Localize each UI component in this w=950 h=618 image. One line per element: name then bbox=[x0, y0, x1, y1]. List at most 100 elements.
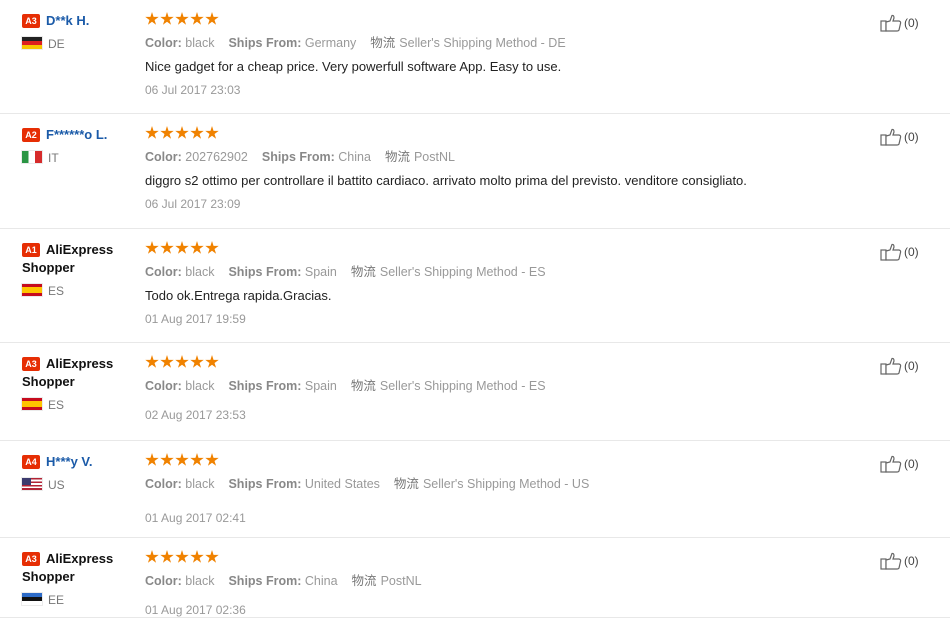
ships-from-value: Spain bbox=[304, 265, 337, 279]
helpful-button[interactable]: (0) bbox=[880, 14, 919, 32]
star-rating bbox=[145, 126, 845, 142]
review-date: 06 Jul 2017 23:09 bbox=[145, 197, 241, 211]
shipping-icon: 物流 bbox=[370, 36, 396, 50]
helpful-button[interactable]: (0) bbox=[880, 243, 919, 261]
color-value: black bbox=[185, 265, 215, 279]
star-icon bbox=[160, 550, 174, 563]
thumbs-up-icon bbox=[880, 357, 902, 375]
star-icon bbox=[145, 453, 159, 466]
ships-from-value: China bbox=[338, 150, 371, 164]
star-icon bbox=[175, 355, 189, 368]
review-content: Color: black Ships From: Spain 物流 Seller's … bbox=[145, 355, 845, 423]
reviewer-info: A3 AliExpress Shopper EE bbox=[22, 550, 137, 608]
helpful-count: (0) bbox=[904, 554, 919, 568]
order-attributes: Color: black Ships From: Spain 物流 Seller's … bbox=[145, 264, 845, 280]
star-icon bbox=[175, 126, 189, 139]
country-code: IT bbox=[48, 151, 59, 165]
review-text: diggro s2 ottimo per controllare il batt… bbox=[145, 173, 747, 188]
star-icon bbox=[190, 550, 204, 563]
buyer-level-badge: A3 bbox=[22, 552, 40, 566]
buyer-level-badge: A3 bbox=[22, 357, 40, 371]
review-text: Todo ok.Entrega rapida.Gracias. bbox=[145, 288, 332, 303]
flag-it-icon bbox=[22, 151, 42, 163]
reviewer-info: A4 H***y V. US bbox=[22, 453, 137, 493]
color-label: Color: bbox=[145, 477, 186, 491]
reviewer-name[interactable]: D**k H. bbox=[46, 13, 89, 28]
star-icon bbox=[190, 453, 204, 466]
shipping-method: Seller's Shipping Method - ES bbox=[379, 265, 546, 279]
helpful-count: (0) bbox=[904, 359, 919, 373]
reviewer-name-line: A1 AliExpress Shopper bbox=[22, 241, 137, 277]
ships-from-value: China bbox=[304, 574, 338, 588]
review-date: 01 Aug 2017 19:59 bbox=[145, 312, 246, 326]
color-label: Color: bbox=[145, 36, 186, 50]
helpful-button[interactable]: (0) bbox=[880, 552, 919, 570]
star-icon bbox=[175, 453, 189, 466]
ships-from-value: Spain bbox=[304, 379, 337, 393]
reviewer-name[interactable]: H***y V. bbox=[46, 454, 93, 469]
review-item: A2 F******o L. IT Color: 202762902 Ships Fro… bbox=[0, 114, 950, 229]
review-content: Color: 202762902 Ships From: China 物流 PostN… bbox=[145, 126, 845, 212]
color-value: black bbox=[185, 477, 215, 491]
star-icon bbox=[145, 241, 159, 254]
star-icon bbox=[145, 12, 159, 25]
star-rating bbox=[145, 355, 845, 371]
helpful-button[interactable]: (0) bbox=[880, 357, 919, 375]
shipping-icon: 物流 bbox=[350, 265, 376, 279]
buyer-level-badge: A2 bbox=[22, 128, 40, 142]
order-attributes: Color: black Ships From: China 物流 PostNL bbox=[145, 573, 845, 589]
reviewer-info: A1 AliExpress Shopper ES bbox=[22, 241, 137, 299]
country-code: US bbox=[48, 478, 65, 492]
order-attributes: Color: black Ships From: United States 物流 S… bbox=[145, 476, 845, 492]
buyer-level-badge: A4 bbox=[22, 455, 40, 469]
review-item: A3 D**k H. DE Color: black Ships From: Germa… bbox=[0, 0, 950, 114]
color-label: Color: bbox=[145, 379, 186, 393]
reviewer-name-line: A3 AliExpress Shopper bbox=[22, 550, 137, 586]
review-content: Color: black Ships From: Germany 物流 Seller'… bbox=[145, 12, 845, 98]
review-content: Color: black Ships From: China 物流 PostNL 01 … bbox=[145, 550, 845, 618]
country-code: DE bbox=[48, 37, 65, 51]
star-icon bbox=[205, 453, 219, 466]
star-icon bbox=[175, 241, 189, 254]
star-icon bbox=[175, 550, 189, 563]
reviewer-name-line: A3 AliExpress Shopper bbox=[22, 355, 137, 391]
order-attributes: Color: 202762902 Ships From: China 物流 PostN… bbox=[145, 149, 845, 165]
buyer-level-badge: A3 bbox=[22, 14, 40, 28]
reviewer-name-line: A3 D**k H. bbox=[22, 12, 137, 30]
shipping-icon: 物流 bbox=[350, 379, 376, 393]
thumbs-up-icon bbox=[880, 243, 902, 261]
helpful-count: (0) bbox=[904, 457, 919, 471]
shipping-method: PostNL bbox=[413, 150, 455, 164]
ships-from-value: United States bbox=[304, 477, 380, 491]
review-date: 02 Aug 2017 23:53 bbox=[145, 408, 246, 422]
star-rating bbox=[145, 453, 845, 469]
review-item: A3 AliExpress Shopper EE Color: black Ships … bbox=[0, 538, 950, 618]
reviewer-info: A3 AliExpress Shopper ES bbox=[22, 355, 137, 413]
helpful-count: (0) bbox=[904, 130, 919, 144]
helpful-button[interactable]: (0) bbox=[880, 128, 919, 146]
color-value: 202762902 bbox=[185, 150, 248, 164]
buyer-level-badge: A1 bbox=[22, 243, 40, 257]
star-icon bbox=[205, 355, 219, 368]
ships-from-label: Ships From: bbox=[228, 265, 305, 279]
review-item: A3 AliExpress Shopper ES Color: black Ships … bbox=[0, 343, 950, 441]
thumbs-up-icon bbox=[880, 14, 902, 32]
review-list: A3 D**k H. DE Color: black Ships From: Germa… bbox=[0, 0, 950, 618]
shipping-method: Seller's Shipping Method - US bbox=[422, 477, 590, 491]
reviewer-country: ES bbox=[22, 397, 137, 413]
review-content: Color: black Ships From: United States 物流 S… bbox=[145, 453, 845, 526]
color-value: black bbox=[185, 574, 215, 588]
shipping-method: PostNL bbox=[380, 574, 422, 588]
star-icon bbox=[160, 126, 174, 139]
reviewer-name[interactable]: F******o L. bbox=[46, 127, 107, 142]
ships-from-label: Ships From: bbox=[228, 477, 305, 491]
star-icon bbox=[145, 550, 159, 563]
order-attributes: Color: black Ships From: Spain 物流 Seller's … bbox=[145, 378, 845, 394]
star-icon bbox=[190, 241, 204, 254]
thumbs-up-icon bbox=[880, 128, 902, 146]
helpful-button[interactable]: (0) bbox=[880, 455, 919, 473]
helpful-count: (0) bbox=[904, 245, 919, 259]
country-code: EE bbox=[48, 593, 65, 607]
star-icon bbox=[160, 241, 174, 254]
reviewer-country: DE bbox=[22, 36, 137, 52]
